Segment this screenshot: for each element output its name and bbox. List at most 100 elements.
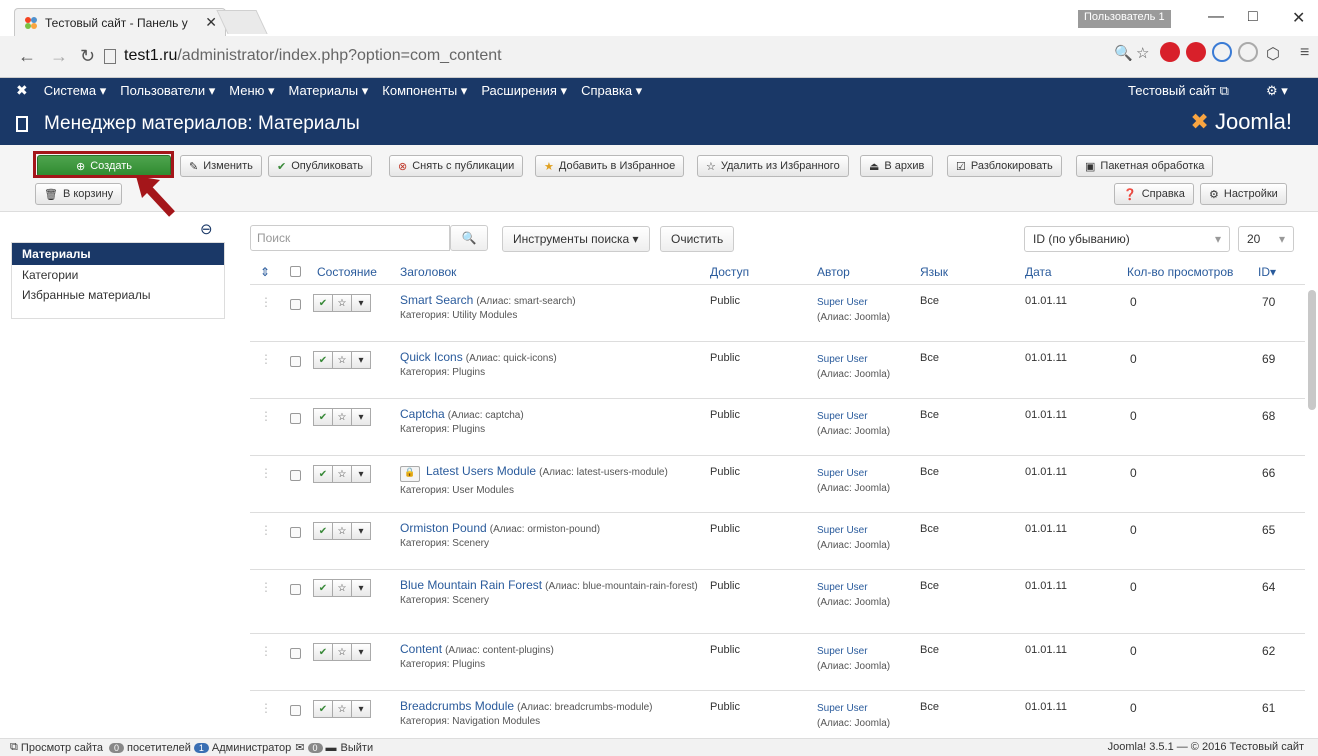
bookmark-star-icon[interactable]: ☆ bbox=[1136, 44, 1149, 62]
tab-close-icon[interactable]: ✕ bbox=[205, 14, 217, 31]
article-title-link[interactable]: Latest Users Module bbox=[426, 464, 536, 478]
article-title-link[interactable]: Quick Icons bbox=[400, 350, 463, 364]
published-check-icon[interactable]: ✔ bbox=[313, 294, 333, 312]
author-link[interactable]: Super User bbox=[817, 582, 868, 593]
featured-star-icon[interactable]: ☆ bbox=[332, 351, 352, 369]
header-hits[interactable]: Кол-во просмотров bbox=[1127, 265, 1233, 279]
trash-button[interactable]: 🗑 В корзину bbox=[35, 183, 123, 205]
drag-handle-icon[interactable]: ⋮ bbox=[260, 580, 272, 594]
published-check-icon[interactable]: ✔ bbox=[313, 700, 333, 718]
sidebar-item-featured[interactable]: Избранные материалы bbox=[12, 285, 224, 305]
drag-handle-icon[interactable]: ⋮ bbox=[260, 701, 272, 715]
minimize-button[interactable]: — bbox=[1208, 8, 1224, 26]
browser-user-badge[interactable]: Пользователь 1 bbox=[1078, 10, 1171, 28]
header-language[interactable]: Язык bbox=[920, 265, 948, 279]
featured-star-icon[interactable]: ☆ bbox=[332, 465, 352, 483]
maximize-button[interactable]: □ bbox=[1248, 8, 1258, 26]
article-title-link[interactable]: Ormiston Pound bbox=[400, 521, 487, 535]
published-check-icon[interactable]: ✔ bbox=[313, 522, 333, 540]
menu-extensions[interactable]: Расширения ▾ bbox=[481, 83, 567, 99]
row-checkbox[interactable] bbox=[290, 705, 301, 716]
author-link[interactable]: Super User bbox=[817, 703, 868, 714]
published-check-icon[interactable]: ✔ bbox=[313, 643, 333, 661]
page-scrollbar[interactable] bbox=[1308, 290, 1316, 410]
author-link[interactable]: Super User bbox=[817, 525, 868, 536]
feature-button[interactable]: ★ Добавить в Избранное bbox=[535, 155, 685, 177]
url-field[interactable]: test1.ru/administrator/index.php?option=… bbox=[104, 42, 1104, 70]
sidebar-collapse-icon[interactable]: ⊖ bbox=[200, 220, 213, 238]
close-window-button[interactable]: ✕ bbox=[1292, 8, 1305, 28]
zoom-icon[interactable]: 🔍 bbox=[1114, 44, 1133, 62]
header-author[interactable]: Автор bbox=[817, 265, 850, 279]
user-gear-menu[interactable]: ⚙ ▾ bbox=[1266, 83, 1288, 99]
menu-system[interactable]: Система ▾ bbox=[44, 83, 107, 99]
row-actions-dropdown-icon[interactable]: ▾ bbox=[351, 700, 371, 718]
row-checkbox[interactable] bbox=[290, 470, 301, 481]
search-tools-button[interactable]: Инструменты поиска ▾ bbox=[502, 226, 650, 252]
edit-button[interactable]: ✎ Изменить bbox=[180, 155, 262, 177]
author-link[interactable]: Super User bbox=[817, 411, 868, 422]
back-arrow-icon[interactable]: ← bbox=[18, 46, 36, 67]
published-check-icon[interactable]: ✔ bbox=[313, 465, 333, 483]
unfeature-button[interactable]: ☆ Удалить из Избранного bbox=[697, 155, 849, 177]
logout-link[interactable]: Выйти bbox=[341, 742, 374, 754]
header-access[interactable]: Доступ bbox=[710, 265, 749, 279]
featured-star-icon[interactable]: ☆ bbox=[332, 700, 352, 718]
row-actions-dropdown-icon[interactable]: ▾ bbox=[351, 465, 371, 483]
article-title-link[interactable]: Smart Search bbox=[400, 293, 473, 307]
row-checkbox[interactable] bbox=[290, 584, 301, 595]
row-checkbox[interactable] bbox=[290, 356, 301, 367]
disabled-extension-icon[interactable] bbox=[1238, 42, 1258, 62]
unpublish-button[interactable]: ⊗ Снять с публикации bbox=[389, 155, 524, 177]
article-title-link[interactable]: Breadcrumbs Module bbox=[400, 699, 514, 713]
row-actions-dropdown-icon[interactable]: ▾ bbox=[351, 643, 371, 661]
browser-menu-icon[interactable]: ≡ bbox=[1300, 44, 1309, 62]
author-link[interactable]: Super User bbox=[817, 297, 868, 308]
published-check-icon[interactable]: ✔ bbox=[313, 408, 333, 426]
header-state[interactable]: Состояние bbox=[317, 265, 377, 279]
checkin-button[interactable]: ☑ Разблокировать bbox=[947, 155, 1062, 177]
search-button[interactable]: 🔍 bbox=[450, 225, 488, 251]
site-link[interactable]: Тестовый сайт ⧉ bbox=[1128, 83, 1229, 99]
limit-select[interactable]: 20 ▾ bbox=[1238, 226, 1294, 252]
article-title-link[interactable]: Captcha bbox=[400, 407, 445, 421]
header-title[interactable]: Заголовок bbox=[400, 265, 456, 279]
row-actions-dropdown-icon[interactable]: ▾ bbox=[351, 408, 371, 426]
reload-icon[interactable]: ↻ bbox=[80, 46, 95, 67]
published-check-icon[interactable]: ✔ bbox=[313, 351, 333, 369]
sidebar-item-articles[interactable]: Материалы bbox=[12, 243, 224, 265]
publish-button[interactable]: ✔ Опубликовать bbox=[268, 155, 373, 177]
browser-tab[interactable]: Тестовый сайт - Панель у ✕ bbox=[14, 8, 226, 36]
row-actions-dropdown-icon[interactable]: ▾ bbox=[351, 522, 371, 540]
author-link[interactable]: Super User bbox=[817, 468, 868, 479]
joomla-menu-logo-icon[interactable]: ✖ bbox=[16, 82, 28, 99]
row-checkbox[interactable] bbox=[290, 299, 301, 310]
menu-help[interactable]: Справка ▾ bbox=[581, 83, 642, 99]
help-button[interactable]: ❓ Справка bbox=[1114, 183, 1194, 205]
featured-star-icon[interactable]: ☆ bbox=[332, 579, 352, 597]
menu-components[interactable]: Компоненты ▾ bbox=[382, 83, 467, 99]
header-id[interactable]: ID▾ bbox=[1258, 265, 1276, 279]
featured-star-icon[interactable]: ☆ bbox=[332, 408, 352, 426]
drag-handle-icon[interactable]: ⋮ bbox=[260, 409, 272, 423]
row-actions-dropdown-icon[interactable]: ▾ bbox=[351, 351, 371, 369]
archive-button[interactable]: ⏏ В архив bbox=[860, 155, 934, 177]
drag-handle-icon[interactable]: ⋮ bbox=[260, 466, 272, 480]
drag-handle-icon[interactable]: ⋮ bbox=[260, 352, 272, 366]
featured-star-icon[interactable]: ☆ bbox=[332, 522, 352, 540]
extension-red-icon[interactable] bbox=[1186, 42, 1206, 62]
ordering-select[interactable]: ID (по убыванию) ▾ bbox=[1024, 226, 1230, 252]
menu-menus[interactable]: Меню ▾ bbox=[229, 83, 274, 99]
forward-arrow-icon[interactable]: → bbox=[50, 46, 68, 67]
published-check-icon[interactable]: ✔ bbox=[313, 579, 333, 597]
select-all-checkbox[interactable] bbox=[290, 266, 301, 277]
box-extension-icon[interactable]: ⬡ bbox=[1266, 44, 1280, 64]
sidebar-item-categories[interactable]: Категории bbox=[12, 265, 224, 285]
view-site-link[interactable]: Просмотр сайта bbox=[21, 742, 103, 754]
featured-star-icon[interactable]: ☆ bbox=[332, 294, 352, 312]
row-actions-dropdown-icon[interactable]: ▾ bbox=[351, 294, 371, 312]
header-date[interactable]: Дата bbox=[1025, 265, 1052, 279]
options-button[interactable]: ⚙ Настройки bbox=[1200, 183, 1287, 205]
author-link[interactable]: Super User bbox=[817, 354, 868, 365]
drag-handle-icon[interactable]: ⋮ bbox=[260, 523, 272, 537]
